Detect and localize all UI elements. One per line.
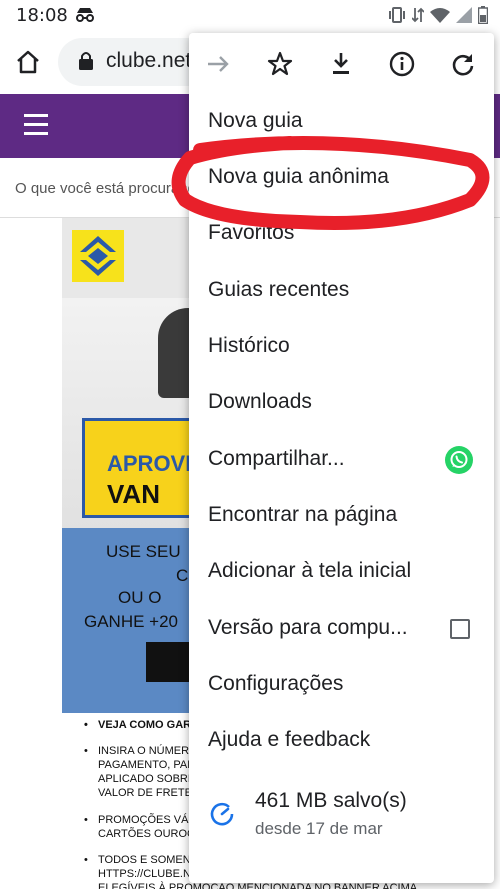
- data-saver-since: desde 17 de mar: [255, 819, 383, 838]
- reload-icon[interactable]: [448, 49, 478, 79]
- menu-item-help-feedback[interactable]: Ajuda e feedback: [189, 714, 494, 770]
- whatsapp-icon: [445, 446, 473, 474]
- home-icon[interactable]: [14, 48, 42, 76]
- status-bar: 18:08: [0, 0, 500, 30]
- data-transfer-icon: [411, 7, 425, 28]
- browser-overflow-menu: Nova guia Nova guia anônima Favoritos Gu…: [189, 33, 494, 883]
- banner-blue-line: GANHE +20: [84, 612, 179, 631]
- menu-item-share[interactable]: Compartilhar...: [189, 433, 494, 489]
- banner-blue-line: OU O: [118, 588, 162, 607]
- hamburger-menu-icon[interactable]: [24, 114, 48, 136]
- menu-item-add-to-home-screen[interactable]: Adicionar à tela inicial: [189, 545, 494, 601]
- promo-banner[interactable]: APROVE VAN USE SEU C OU O GANHE +20: [62, 218, 202, 713]
- signal-icon: [456, 7, 472, 28]
- info-icon[interactable]: [387, 49, 417, 79]
- menu-item-recent-tabs[interactable]: Guias recentes: [189, 264, 494, 320]
- menu-item-bookmarks[interactable]: Favoritos: [189, 207, 494, 263]
- banner-line1: APROVE: [107, 451, 200, 476]
- menu-top-row: [189, 33, 494, 95]
- data-saver-summary[interactable]: 461 MB salvo(s) desde 17 de mar: [189, 779, 494, 849]
- menu-item-settings[interactable]: Configurações: [189, 658, 494, 714]
- menu-item-downloads[interactable]: Downloads: [189, 376, 494, 432]
- menu-item-new-incognito-tab[interactable]: Nova guia anônima: [189, 151, 494, 207]
- menu-item-new-tab[interactable]: Nova guia: [189, 95, 494, 151]
- banner-blue-box: USE SEU C OU O GANHE +20: [62, 528, 202, 713]
- vibrate-icon: [388, 7, 406, 28]
- banner-line2: VAN: [107, 479, 160, 509]
- menu-item-find-in-page[interactable]: Encontrar na página: [189, 489, 494, 545]
- menu-item-desktop-site[interactable]: Versão para compu...: [189, 602, 494, 658]
- menu-item-history[interactable]: Histórico: [189, 320, 494, 376]
- star-icon[interactable]: [265, 49, 295, 79]
- data-saver-amount: 461 MB salvo(s): [255, 789, 407, 812]
- forward-icon[interactable]: [203, 49, 233, 79]
- banner-yellow-box: APROVE VAN: [82, 418, 202, 518]
- data-saver-icon: [209, 801, 235, 832]
- search-placeholder: O que você está procurando?: [15, 180, 213, 197]
- status-time: 18:08: [16, 5, 68, 26]
- lock-icon: [78, 51, 94, 76]
- bank-logo: [72, 230, 124, 282]
- wifi-icon: [430, 7, 450, 28]
- desktop-site-checkbox[interactable]: [450, 619, 470, 639]
- banner-blue-line: C: [176, 566, 189, 585]
- download-icon[interactable]: [326, 49, 356, 79]
- banner-blue-line: USE SEU: [106, 542, 181, 561]
- incognito-icon: [74, 7, 96, 28]
- battery-icon: [477, 6, 489, 29]
